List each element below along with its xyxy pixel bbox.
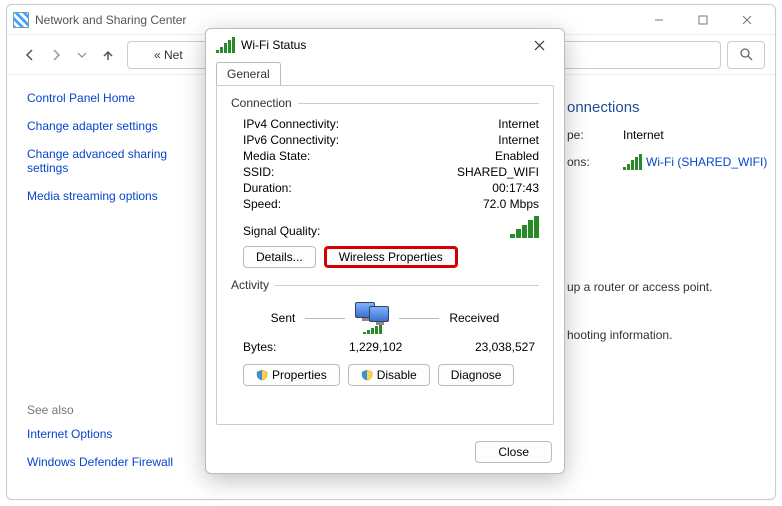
divider xyxy=(305,318,345,319)
signal-quality-label: Signal Quality: xyxy=(243,224,320,238)
connection-group-label: Connection xyxy=(231,96,539,110)
speed-value: 72.0 Mbps xyxy=(483,197,539,211)
wifi-signal-icon xyxy=(623,154,642,170)
dialog-titlebar: Wi-Fi Status xyxy=(206,29,564,61)
wifi-link-text: Wi-Fi (SHARED_WIFI) xyxy=(646,155,767,169)
ipv4-value: Internet xyxy=(498,117,539,131)
activity-group: Activity Sent Received Bytes: 1,229,102 … xyxy=(231,278,539,354)
shield-icon xyxy=(256,369,268,381)
disable-button[interactable]: Disable xyxy=(348,364,430,386)
wifi-signal-icon xyxy=(216,37,235,53)
dialog-tabbar: General xyxy=(206,61,564,85)
shield-icon xyxy=(361,369,373,381)
connection-group: Connection IPv4 Connectivity: Internet IP… xyxy=(231,96,539,268)
properties-button[interactable]: Properties xyxy=(243,364,340,386)
wireless-properties-button[interactable]: Wireless Properties xyxy=(324,246,458,268)
dialog-title: Wi-Fi Status xyxy=(241,38,306,52)
sent-label: Sent xyxy=(271,311,296,325)
divider xyxy=(399,318,439,319)
close-button[interactable] xyxy=(725,6,769,34)
parent-title: Network and Sharing Center xyxy=(35,13,186,27)
media-state-value: Enabled xyxy=(495,149,539,163)
close-button[interactable]: Close xyxy=(475,441,552,463)
duration-label: Duration: xyxy=(243,181,292,195)
ssid-label: SSID: xyxy=(243,165,274,179)
bytes-received-value: 23,038,527 xyxy=(475,340,535,354)
search-box[interactable] xyxy=(727,41,765,69)
setup-text: up a router or access point. xyxy=(567,280,767,294)
media-state-label: Media State: xyxy=(243,149,310,163)
control-panel-home-link[interactable]: Control Panel Home xyxy=(27,91,201,105)
ipv4-label: IPv4 Connectivity: xyxy=(243,117,339,131)
network-center-icon xyxy=(13,12,29,28)
connections-label: ons: xyxy=(567,155,607,169)
firewall-link[interactable]: Windows Defender Firewall xyxy=(27,455,201,469)
forward-button[interactable] xyxy=(43,42,69,68)
change-adapter-link[interactable]: Change adapter settings xyxy=(27,119,201,133)
signal-quality-icon xyxy=(510,216,539,238)
back-button[interactable] xyxy=(17,42,43,68)
dialog-close-button[interactable] xyxy=(524,33,554,57)
address-text: « Net xyxy=(154,48,183,62)
activity-signal-icon xyxy=(363,324,382,334)
bytes-label: Bytes: xyxy=(243,340,276,354)
tab-general[interactable]: General xyxy=(216,62,281,86)
media-streaming-link[interactable]: Media streaming options xyxy=(27,189,201,203)
troubleshoot-text: hooting information. xyxy=(567,328,767,342)
duration-value: 00:17:43 xyxy=(492,181,539,195)
activity-monitors-icon xyxy=(355,302,389,322)
received-label: Received xyxy=(449,311,499,325)
activity-group-label: Activity xyxy=(231,278,539,292)
details-button[interactable]: Details... xyxy=(243,246,316,268)
ssid-value: SHARED_WIFI xyxy=(457,165,539,179)
left-nav-pane: Control Panel Home Change adapter settin… xyxy=(7,77,207,499)
ipv6-label: IPv6 Connectivity: xyxy=(243,133,339,147)
speed-label: Speed: xyxy=(243,197,281,211)
network-center-icon xyxy=(134,48,148,62)
internet-options-link[interactable]: Internet Options xyxy=(27,427,201,441)
wifi-connection-link[interactable]: Wi-Fi (SHARED_WIFI) xyxy=(623,154,767,170)
diagnose-button[interactable]: Diagnose xyxy=(438,364,515,386)
connections-heading: onnections xyxy=(567,99,767,116)
ipv6-value: Internet xyxy=(498,133,539,147)
maximize-button[interactable] xyxy=(681,6,725,34)
wifi-status-dialog: Wi-Fi Status General Connection IPv4 Con… xyxy=(205,28,565,474)
access-type-label: pe: xyxy=(567,128,607,142)
change-advanced-sharing-link[interactable]: Change advanced sharing settings xyxy=(27,147,187,175)
dialog-body: Connection IPv4 Connectivity: Internet IP… xyxy=(216,85,554,425)
see-also-heading: See also xyxy=(27,403,201,417)
up-button[interactable] xyxy=(95,42,121,68)
access-type-value: Internet xyxy=(623,128,664,142)
minimize-button[interactable] xyxy=(637,6,681,34)
bytes-sent-value: 1,229,102 xyxy=(349,340,402,354)
recent-button[interactable] xyxy=(69,42,95,68)
